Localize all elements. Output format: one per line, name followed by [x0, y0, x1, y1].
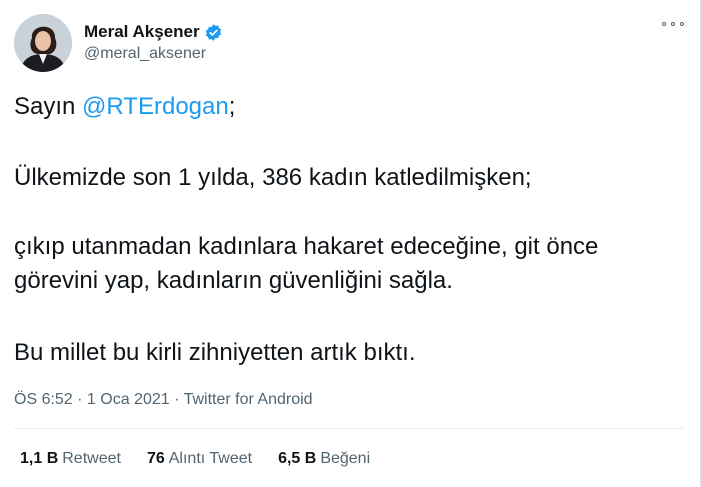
likes-stat[interactable]: 6,5 B Beğeni	[278, 448, 370, 470]
verified-badge-icon	[204, 23, 223, 42]
tweet-line-1: Sayın @RTErdogan;	[14, 90, 235, 124]
tweet-line-2: Ülkemizde son 1 yılda, 386 kadın katledi…	[14, 164, 532, 191]
greeting-text: Sayın	[14, 93, 83, 120]
tweet-paragraph-3: çıkıp utanmadan kadınlara hakaret edeceğ…	[14, 230, 598, 298]
greeting-suffix: ;	[228, 93, 236, 120]
quotes-stat[interactable]: 76 Alıntı Tweet	[147, 448, 252, 470]
tweet-line-3b: görevini yap, kadınların güvenliğini sağ…	[14, 267, 453, 294]
tweet-stats: 1,1 B Retweet 76 Alıntı Tweet 6,5 B Beğeni	[20, 448, 396, 470]
more-options-icon[interactable]	[662, 18, 684, 30]
retweets-label: Retweet	[62, 450, 121, 467]
meta-separator-2: ·	[169, 391, 184, 408]
mention-link[interactable]: @RTErdogan	[82, 93, 229, 120]
likes-label: Beğeni	[320, 450, 371, 467]
meta-separator-1: ·	[72, 391, 87, 408]
quotes-count: 76	[146, 450, 165, 467]
tweet-source[interactable]: Twitter for Android	[184, 391, 313, 408]
author-handle[interactable]: @meral_aksener	[84, 43, 223, 65]
likes-count: 6,5 B	[278, 450, 317, 467]
author-names: Meral Akşener @meral_aksener	[84, 21, 223, 65]
quotes-label: Alıntı Tweet	[168, 450, 253, 467]
retweets-stat[interactable]: 1,1 B Retweet	[20, 448, 121, 470]
tweet-meta: ÖS 6:52 · 1 Oca 2021 · Twitter for Andro…	[14, 389, 313, 411]
avatar[interactable]	[14, 14, 72, 72]
author-display-name[interactable]: Meral Akşener	[84, 21, 200, 43]
stats-divider	[14, 428, 684, 429]
tweet-line-3a: çıkıp utanmadan kadınlara hakaret edeceğ…	[14, 233, 599, 260]
avatar-photo-icon	[14, 14, 72, 72]
tweet-line-4: Bu millet bu kirli zihniyetten artık bık…	[14, 339, 416, 366]
tweet-time[interactable]: ÖS 6:52	[14, 391, 73, 408]
tweet-card: Meral Akşener @meral_aksener Sayın @RTEr…	[0, 0, 702, 487]
tweet-date[interactable]: 1 Oca 2021	[87, 391, 170, 408]
retweets-count: 1,1 B	[20, 450, 59, 467]
name-row: Meral Akşener	[84, 21, 223, 43]
tweet-header: Meral Akşener @meral_aksener	[14, 14, 223, 72]
